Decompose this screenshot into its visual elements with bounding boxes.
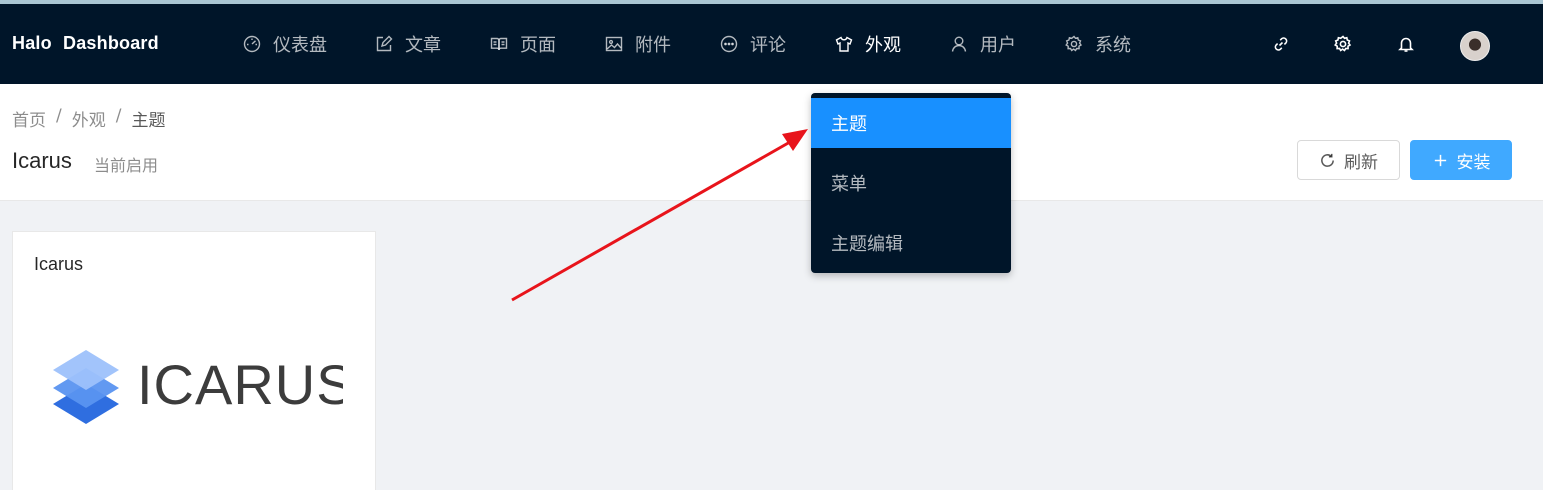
link-button[interactable] bbox=[1266, 4, 1296, 84]
nav-item-appearance[interactable]: 外观 bbox=[835, 4, 901, 84]
nav-item-dashboard[interactable]: 仪表盘 bbox=[243, 4, 327, 84]
nav-item-posts[interactable]: 文章 bbox=[375, 4, 441, 84]
dashboard-icon bbox=[243, 35, 261, 53]
nav-label-posts: 文章 bbox=[405, 35, 441, 56]
nav-label-pages: 页面 bbox=[520, 35, 556, 56]
avatar[interactable] bbox=[1460, 31, 1490, 61]
nav-item-system[interactable]: 系统 bbox=[1065, 4, 1131, 84]
skin-icon bbox=[835, 36, 853, 52]
page-title: Icarus bbox=[12, 148, 72, 173]
submenu-item-themes[interactable]: 主题 bbox=[811, 98, 1011, 148]
plus-icon bbox=[1434, 154, 1446, 166]
reload-icon bbox=[1321, 153, 1334, 167]
nav-label-comments: 评论 bbox=[750, 35, 786, 56]
breadcrumb-separator: / bbox=[115, 106, 122, 126]
breadcrumb-home[interactable]: 首页 bbox=[12, 106, 46, 131]
setting-icon bbox=[1065, 35, 1083, 52]
icarus-logo: ICARUS bbox=[53, 350, 343, 424]
theme-card-title: Icarus bbox=[34, 254, 84, 274]
theme-card[interactable]: Icarus ICARUS bbox=[12, 231, 376, 490]
breadcrumb-appearance[interactable]: 外观 bbox=[72, 106, 106, 131]
install-button[interactable]: 安装 bbox=[1410, 140, 1512, 180]
nav-label-system: 系统 bbox=[1095, 35, 1131, 56]
nav-label-dashboard: 仪表盘 bbox=[273, 35, 327, 56]
nav-item-pages[interactable]: 页面 bbox=[490, 4, 556, 84]
message-icon bbox=[720, 35, 738, 53]
link-icon bbox=[1274, 37, 1288, 51]
logo-wordmark: ICARUS bbox=[137, 353, 343, 416]
breadcrumb-separator: / bbox=[56, 106, 62, 126]
submenu-item-menus[interactable]: 菜单 bbox=[811, 158, 1011, 208]
appearance-submenu: 主题 菜单 主题编辑 bbox=[811, 93, 1011, 273]
install-button-label: 安装 bbox=[1456, 152, 1491, 173]
breadcrumb-themes: 主题 bbox=[131, 111, 166, 131]
picture-icon bbox=[605, 36, 623, 52]
nav-item-users[interactable]: 用户 bbox=[950, 4, 1016, 84]
top-navbar: Halo Dashboard 仪表盘 文章 页面 附件 评论 外观 用户 系统 bbox=[0, 4, 1543, 84]
bell-icon bbox=[1398, 37, 1414, 52]
refresh-button[interactable]: 刷新 bbox=[1297, 140, 1400, 180]
user-icon bbox=[951, 36, 967, 52]
refresh-button-label: 刷新 bbox=[1344, 152, 1378, 173]
brand-title[interactable]: Halo Dashboard bbox=[12, 33, 159, 54]
page-subtitle: 当前启用 bbox=[94, 156, 159, 175]
breadcrumb: 首页 / 外观 / 主题 bbox=[12, 106, 165, 131]
setting-icon bbox=[1334, 35, 1352, 52]
nav-item-attachments[interactable]: 附件 bbox=[605, 4, 671, 84]
nav-label-users: 用户 bbox=[980, 35, 1016, 56]
edit-icon bbox=[376, 35, 393, 52]
page-header: 首页 / 外观 / 主题 Icarus 当前启用 刷新 安装 bbox=[0, 84, 1543, 201]
nav-label-attachments: 附件 bbox=[635, 35, 671, 56]
nav-item-comments[interactable]: 评论 bbox=[720, 4, 786, 84]
notifications-button[interactable] bbox=[1391, 4, 1421, 84]
read-icon bbox=[490, 37, 508, 51]
settings-button[interactable] bbox=[1328, 4, 1358, 84]
submenu-item-theme-editor[interactable]: 主题编辑 bbox=[811, 218, 1011, 268]
nav-label-appearance: 外观 bbox=[865, 35, 901, 56]
